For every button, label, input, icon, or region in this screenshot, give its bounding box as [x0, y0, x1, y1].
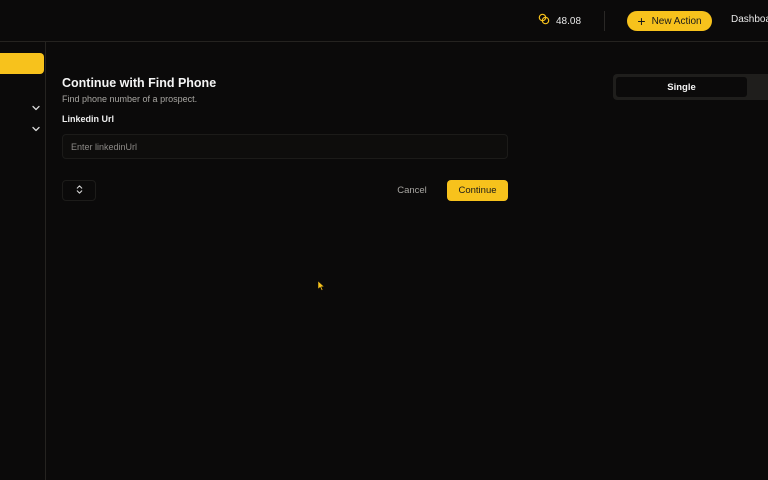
cancel-button[interactable]: Cancel: [390, 180, 434, 201]
new-action-button[interactable]: + New Action: [627, 11, 712, 31]
linkedin-url-label: Linkedin Url: [62, 114, 115, 124]
chevron-down-icon[interactable]: [31, 100, 41, 111]
continue-button[interactable]: Continue: [447, 180, 508, 201]
chevron-up-down-icon: [75, 182, 84, 200]
top-bar: 48.08 + New Action Dashboard: [0, 0, 768, 42]
cursor-icon: [317, 278, 326, 291]
plus-icon: +: [637, 13, 646, 29]
mode-toggle: Single: [613, 74, 768, 100]
linkedin-url-input[interactable]: [62, 134, 508, 159]
app-window: 48.08 + New Action Dashboard Continue wi…: [0, 0, 768, 480]
chevron-down-icon[interactable]: [31, 121, 41, 132]
credits-balance: 48.08: [538, 12, 581, 30]
mode-single-tab[interactable]: Single: [616, 77, 747, 97]
form-subtitle: Find phone number of a prospect.: [62, 94, 198, 104]
stepper-toggle[interactable]: [62, 180, 96, 201]
form-title: Continue with Find Phone: [62, 76, 217, 90]
topbar-divider: [604, 11, 605, 31]
coins-icon: [538, 12, 550, 30]
sidebar-item-active[interactable]: [0, 53, 44, 74]
credits-value: 48.08: [556, 15, 582, 27]
dashboard-link[interactable]: Dashboard: [731, 14, 768, 25]
sidebar: [0, 42, 46, 480]
new-action-label: New Action: [651, 15, 702, 27]
